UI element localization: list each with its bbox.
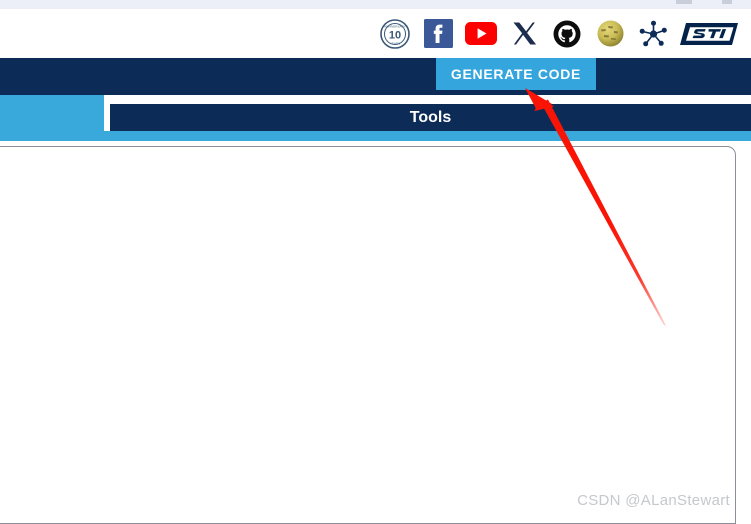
github-icon[interactable] [550,17,584,51]
top-strip-partial-icon-a [676,0,692,4]
tab-accent-left-block[interactable] [0,104,104,131]
main-nav-bar: GENERATE CODE [0,58,751,95]
youtube-icon[interactable] [464,17,498,51]
st-logo-icon[interactable] [679,17,743,51]
tab-tools[interactable]: Tools [110,104,751,131]
generate-code-button[interactable]: GENERATE CODE [436,58,596,90]
x-twitter-icon[interactable] [507,17,541,51]
window-top-strip [0,0,751,9]
tab-bar: Tools [0,95,751,131]
svg-text:10: 10 [389,29,401,41]
wikipedia-icon[interactable] [593,17,627,51]
anniversary-10-years-badge-icon[interactable]: 10 ANNIVERSARY YEARS [378,17,412,51]
tab-tools-label: Tools [409,108,452,126]
svg-text:ANNIVERSARY: ANNIVERSARY [384,24,405,28]
tools-content-panel [0,146,736,524]
csdn-watermark: CSDN @ALanStewart [577,492,730,509]
tab-underline [0,131,751,141]
st-community-network-icon[interactable] [636,17,670,51]
top-strip-partial-icon-b [722,0,732,4]
tab-accent-upper-fill [0,95,104,104]
facebook-icon[interactable] [421,17,455,51]
svg-text:YEARS: YEARS [390,41,400,45]
social-links-bar: 10 ANNIVERSARY YEARS [0,9,751,58]
